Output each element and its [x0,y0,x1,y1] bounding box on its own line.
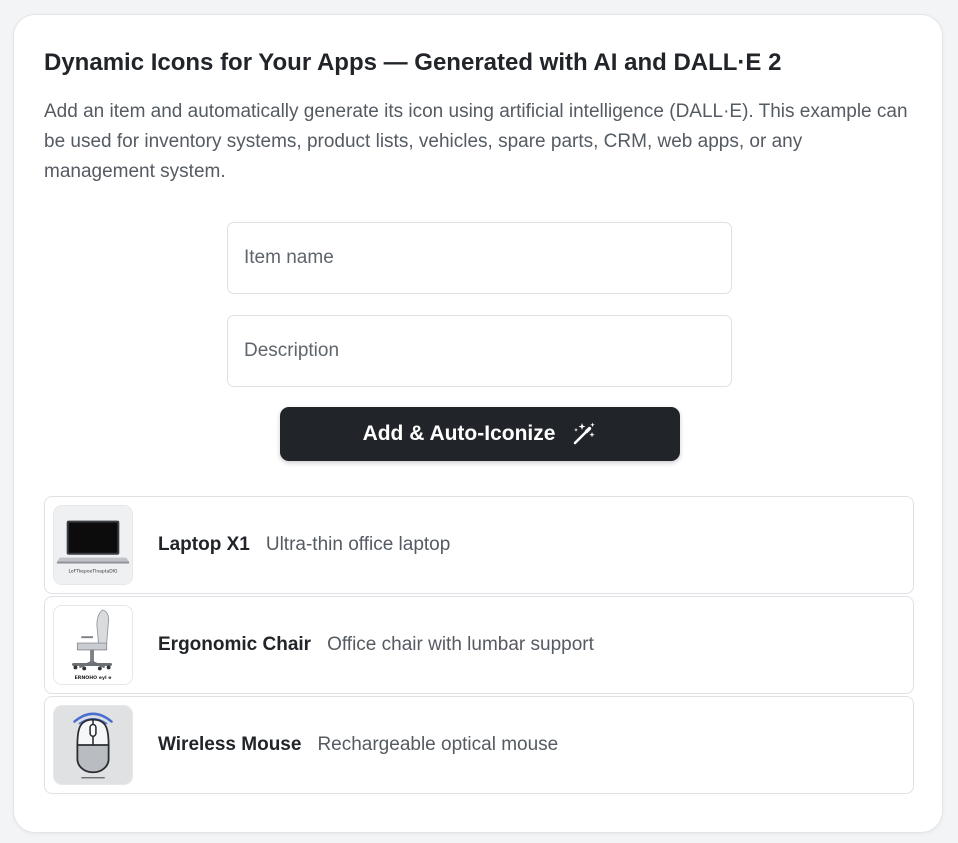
laptop-image-caption: LoFTkepoeTlnaptaDIG [69,568,118,574]
item-description: Rechargeable optical mouse [317,734,559,755]
add-auto-iconize-button[interactable]: Add & Auto-Iconize [280,407,680,461]
add-auto-iconize-label: Add & Auto-Iconize [362,422,556,445]
item-name: Ergonomic Chair [158,634,312,655]
page-title: Dynamic Icons for Your Apps — Generated … [44,49,782,76]
mouse-image [53,705,133,785]
magic-wand-icon [571,421,597,447]
item-name: Wireless Mouse [158,734,302,755]
item-description: Ultra-thin office laptop [265,534,451,555]
list-item: ERNOHO eyl e Ergonomic Chair Office chai… [44,596,914,694]
item-name: Laptop X1 [158,534,250,555]
page-description: Add an item and automatically generate i… [44,101,908,182]
item-description: Office chair with lumbar support [327,634,594,655]
list-item: LoFTkepoeTlnaptaDIG Laptop X1 Ultra-thin… [44,496,914,594]
item-description-input[interactable] [227,315,732,387]
item-name-input[interactable] [227,222,732,294]
items-list: LoFTkepoeTlnaptaDIG Laptop X1 Ultra-thin… [44,496,914,796]
chair-image-caption: ERNOHO eyl e [75,675,112,681]
laptop-image: LoFTkepoeTlnaptaDIG [53,505,133,585]
main-card: Dynamic Icons for Your Apps — Generated … [13,14,943,833]
list-item: Wireless Mouse Rechargeable optical mous… [44,696,914,794]
chair-image: ERNOHO eyl e [53,605,133,685]
